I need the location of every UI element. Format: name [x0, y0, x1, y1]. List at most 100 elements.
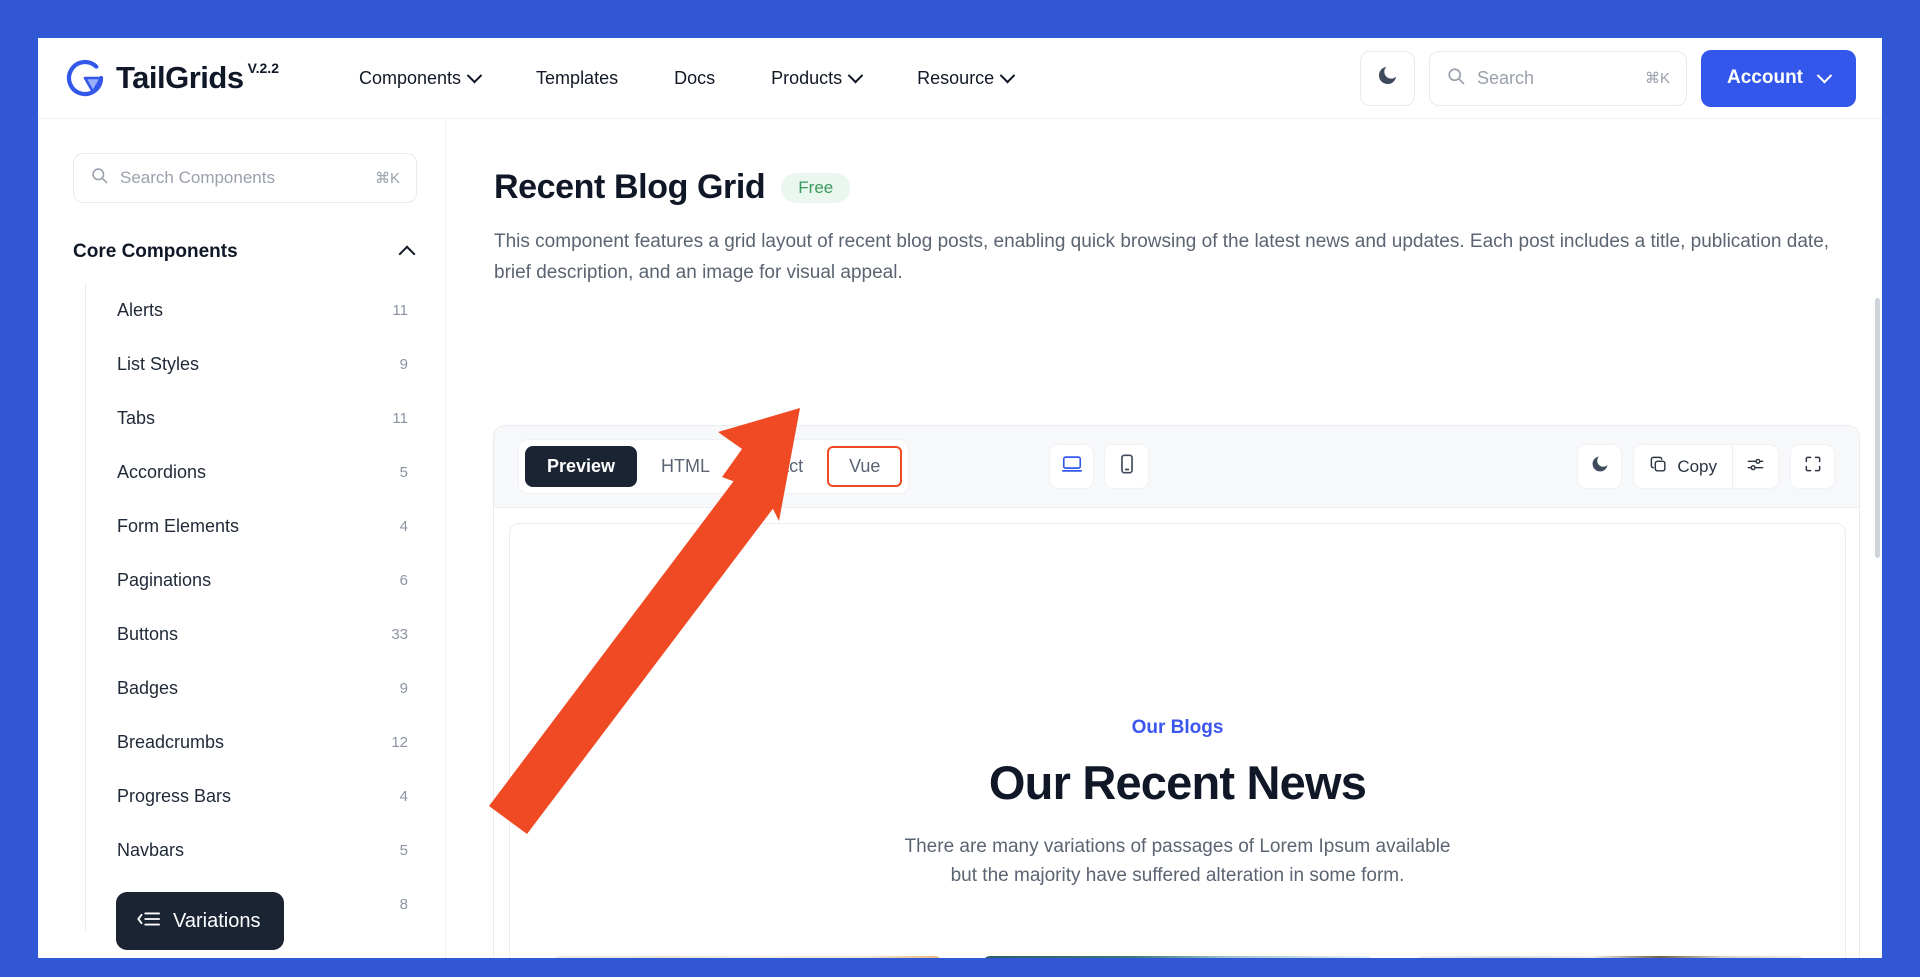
sidebar-item-count: 11 [392, 301, 408, 319]
sidebar-item-count: 12 [391, 733, 408, 751]
account-label: Account [1727, 67, 1803, 88]
sidebar-item-label: Accordions [117, 461, 207, 482]
search-shortcut-hint: ⌘K [1644, 70, 1670, 87]
sidebar-item-label: Tabs [117, 407, 156, 428]
tab-preview[interactable]: Preview [525, 446, 638, 487]
sidebar-item-form-elements[interactable]: Form Elements 4 [86, 499, 445, 553]
demo-toolbar: Preview HTML React Vue Copy [494, 426, 1859, 508]
fullscreen-button[interactable] [1790, 444, 1835, 489]
sidebar-item-buttons[interactable]: Buttons 33 [86, 607, 445, 661]
fullscreen-icon [1803, 454, 1823, 479]
page-description: This component features a grid layout of… [494, 231, 1830, 283]
main-content: Recent Blog Grid Free This component fea… [447, 120, 1882, 958]
global-search[interactable]: Search ⌘K [1429, 50, 1687, 106]
logo[interactable]: TailGrids V.2.2 [63, 56, 279, 100]
chevron-down-icon [999, 67, 1016, 83]
sidebar-item-alerts[interactable]: Alerts 11 [86, 283, 445, 337]
blog-card-1-image[interactable] [552, 956, 943, 958]
sidebar-item-label: Navbars [117, 839, 185, 860]
demo-tools-group: Copy [1577, 444, 1835, 489]
tab-vue[interactable]: Vue [827, 446, 903, 487]
sidebar-item-count: 33 [391, 625, 408, 643]
mobile-view-button[interactable] [1104, 444, 1150, 489]
sidebar-item-count: 5 [399, 463, 408, 481]
status-badge: Free [781, 172, 851, 203]
primary-nav: Components Templates Docs Products Resou… [331, 67, 1041, 89]
sidebar-item-label: Breadcrumbs [117, 731, 225, 752]
tailgrids-logo-icon [63, 56, 107, 100]
sidebar-item-navbars[interactable]: Navbars 5 [86, 823, 445, 877]
preview-subtitle-line-2: but the majority have suffered alteratio… [950, 865, 1405, 887]
sidebar-item-label: Badges [117, 677, 179, 698]
preview-subtitle: There are many variations of passages of… [510, 832, 1845, 891]
sidebar-item-badges[interactable]: Badges 9 [86, 661, 445, 715]
sidebar-item-breadcrumbs[interactable]: Breadcrumbs 12 [86, 715, 445, 769]
preview-eyebrow: Our Blogs [1131, 717, 1224, 738]
theme-toggle-button[interactable] [1360, 50, 1415, 106]
logo-version: V.2.2 [247, 60, 279, 76]
copy-button[interactable]: Copy [1634, 445, 1732, 488]
sidebar-item-count: 11 [392, 409, 408, 427]
variations-button[interactable]: Variations [116, 892, 285, 950]
preview-heading: Our Recent News [988, 756, 1367, 809]
sidebar-item-label: Buttons [117, 623, 179, 644]
blog-cards-row [510, 956, 1845, 958]
page-container: TailGrids V.2.2 Components Templates Doc… [38, 38, 1882, 958]
demo-theme-toggle-button[interactable] [1577, 444, 1623, 489]
sidebar-item-progress-bars[interactable]: Progress Bars 4 [86, 769, 445, 823]
page-header: Recent Blog Grid Free [494, 168, 1882, 207]
sliders-icon [1746, 455, 1765, 479]
sidebar-item-label: Alerts [117, 299, 164, 320]
sidebar-section-core-components[interactable]: Core Components [73, 241, 416, 263]
navbar-right-group: Search ⌘K Account [1360, 49, 1856, 107]
nav-item-components[interactable]: Components [331, 67, 508, 89]
search-input[interactable]: Search [1477, 68, 1634, 89]
top-navbar: TailGrids V.2.2 Components Templates Doc… [38, 38, 1882, 119]
mobile-icon [1116, 453, 1138, 480]
sidebar-item-accordions[interactable]: Accordions 5 [86, 445, 445, 499]
sidebar-item-count: 6 [399, 571, 408, 589]
account-button[interactable]: Account [1701, 49, 1856, 107]
sidebar-item-list-styles[interactable]: List Styles 9 [86, 337, 445, 391]
page-title: Recent Blog Grid [494, 168, 766, 206]
blog-card-3-image[interactable] [1414, 956, 1805, 958]
variations-label: Variations [173, 909, 261, 932]
nav-item-label: Templates [536, 67, 619, 88]
search-icon [90, 166, 109, 190]
sidebar-item-paginations[interactable]: Paginations 6 [86, 553, 445, 607]
chevron-down-icon [466, 67, 483, 83]
blog-card-2-image[interactable] [983, 956, 1374, 958]
sidebar-item-tabs[interactable]: Tabs 11 [86, 391, 445, 445]
collapse-list-icon [136, 909, 160, 934]
chevron-up-icon [398, 245, 416, 263]
sidebar-search-shortcut-hint: ⌘K [374, 170, 400, 187]
sidebar-item-label: Form Elements [117, 515, 240, 536]
sidebar-item-count: 9 [399, 355, 408, 373]
tab-label: HTML [661, 456, 711, 476]
sidebar-item-label: Progress Bars [117, 785, 232, 806]
nav-item-templates[interactable]: Templates [508, 68, 646, 89]
sidebar-item-label: List Styles [117, 353, 200, 374]
sidebar-item-count: 8 [399, 895, 408, 913]
tab-html[interactable]: HTML [639, 446, 732, 487]
copy-label: Copy [1677, 456, 1717, 476]
moon-icon [1376, 64, 1399, 92]
sidebar-item-list: Alerts 11 List Styles 9 Tabs 11 Accordio… [85, 283, 445, 931]
main-scrollbar-thumb[interactable] [1875, 298, 1880, 558]
search-icon [1446, 66, 1466, 91]
tab-react[interactable]: React [734, 446, 825, 487]
demo-settings-button[interactable] [1733, 445, 1778, 488]
nav-item-docs[interactable]: Docs [646, 68, 743, 89]
desktop-view-button[interactable] [1049, 444, 1095, 489]
nav-item-products[interactable]: Products [743, 67, 889, 89]
tab-label: Preview [547, 456, 616, 476]
sidebar-section-title: Core Components [73, 241, 238, 262]
sidebar-search-input[interactable]: Search Components [120, 168, 364, 188]
preview-subtitle-line-1: There are many variations of passages of… [904, 836, 1451, 857]
desktop-icon [1061, 453, 1083, 480]
copy-icon [1649, 455, 1668, 479]
nav-item-resource[interactable]: Resource [889, 67, 1041, 89]
main-scrollbar-track[interactable] [1873, 202, 1882, 958]
component-preview-frame: Our Blogs Our Recent News There are many… [509, 523, 1846, 958]
sidebar-search[interactable]: Search Components ⌘K [73, 153, 417, 203]
